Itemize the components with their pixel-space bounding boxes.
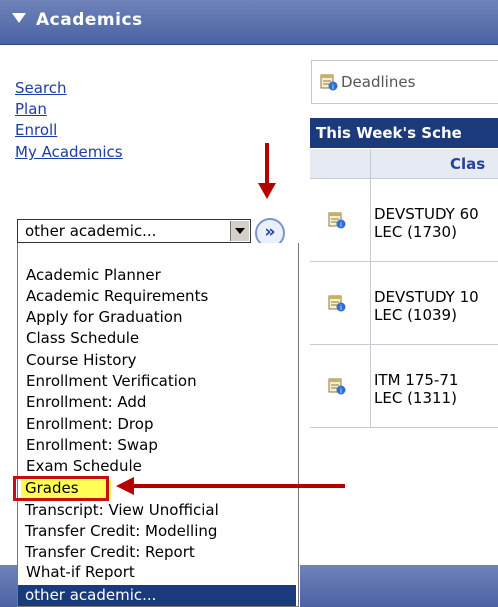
class-section: LEC (1730) xyxy=(374,223,457,241)
next-pagelet-header-left xyxy=(0,565,17,607)
schedule-row: i DEVSTUDY 10 LEC (1039) xyxy=(310,262,498,345)
calendar-info-icon[interactable]: i xyxy=(328,377,346,395)
enroll-link[interactable]: Enroll xyxy=(15,121,57,139)
option-exam-schedule[interactable]: Exam Schedule xyxy=(26,456,142,477)
calendar-info-icon[interactable]: i xyxy=(328,294,346,312)
calendar-info-icon[interactable]: i xyxy=(328,211,346,229)
column-divider xyxy=(370,179,371,262)
plan-link[interactable]: Plan xyxy=(15,100,47,118)
next-pagelet-header xyxy=(300,565,498,607)
option-academic-requirements[interactable]: Academic Requirements xyxy=(26,286,208,307)
class-info: DEVSTUDY 10 LEC (1039) xyxy=(374,288,479,324)
option-other-academic-selected[interactable]: other academic... xyxy=(18,585,296,606)
svg-text:i: i xyxy=(340,304,342,312)
option-class-schedule[interactable]: Class Schedule xyxy=(26,328,139,349)
chevron-down-icon xyxy=(235,228,245,234)
search-link[interactable]: Search xyxy=(15,79,67,97)
class-code: DEVSTUDY 60 xyxy=(374,205,479,223)
annotation-arrowhead-left xyxy=(116,477,134,495)
class-info: DEVSTUDY 60 LEC (1730) xyxy=(374,205,479,241)
dropdown-button[interactable] xyxy=(230,221,249,241)
svg-text:i: i xyxy=(332,83,334,91)
class-section: LEC (1311) xyxy=(374,389,457,407)
option-what-if-report[interactable]: What-if Report xyxy=(26,562,135,583)
option-enrollment-drop[interactable]: Enrollment: Drop xyxy=(26,414,153,435)
deadlines-label: Deadlines xyxy=(341,73,416,91)
class-column-label: Clas xyxy=(450,155,486,173)
other-academic-select[interactable]: other academic... xyxy=(17,219,251,243)
annotation-arrow-down xyxy=(265,143,269,185)
schedule-column-header: Clas xyxy=(310,149,498,179)
calendar-info-icon: i xyxy=(320,74,338,91)
option-academic-planner[interactable]: Academic Planner xyxy=(26,265,161,286)
class-info: ITM 175-71 LEC (1311) xyxy=(374,371,458,407)
svg-text:i: i xyxy=(340,387,342,395)
option-transcript-view-unofficial[interactable]: Transcript: View Unofficial xyxy=(25,500,219,521)
option-enrollment-verification[interactable]: Enrollment Verification xyxy=(26,371,197,392)
header-title: Academics xyxy=(36,10,143,30)
class-code: ITM 175-71 xyxy=(374,371,459,389)
annotation-arrowhead-down xyxy=(258,183,276,199)
annotation-grades-box xyxy=(13,476,109,501)
option-enrollment-add[interactable]: Enrollment: Add xyxy=(26,392,146,413)
option-apply-for-graduation[interactable]: Apply for Graduation xyxy=(26,307,182,328)
schedule-row: i DEVSTUDY 60 LEC (1730) xyxy=(310,179,498,262)
deadlines-button[interactable]: i Deadlines xyxy=(311,60,498,104)
column-divider xyxy=(370,149,371,179)
svg-text:i: i xyxy=(340,221,342,229)
schedule-row: i ITM 175-71 LEC (1311) xyxy=(310,345,498,428)
annotation-arrow-left xyxy=(132,484,345,488)
option-course-history[interactable]: Course History xyxy=(26,350,137,371)
option-enrollment-swap[interactable]: Enrollment: Swap xyxy=(26,435,158,456)
option-transfer-credit-modelling[interactable]: Transfer Credit: Modelling xyxy=(25,521,217,542)
column-divider xyxy=(370,262,371,345)
class-code: DEVSTUDY 10 xyxy=(374,288,479,306)
option-transfer-credit-report[interactable]: Transfer Credit: Report xyxy=(25,542,195,563)
collapse-triangle-icon[interactable] xyxy=(12,13,26,23)
schedule-heading: This Week's Sche xyxy=(310,118,498,148)
my-academics-link[interactable]: My Academics xyxy=(15,143,123,161)
column-divider xyxy=(370,345,371,428)
academics-header: Academics xyxy=(0,0,498,45)
select-value: other academic... xyxy=(25,222,157,240)
class-section: LEC (1039) xyxy=(374,306,457,324)
